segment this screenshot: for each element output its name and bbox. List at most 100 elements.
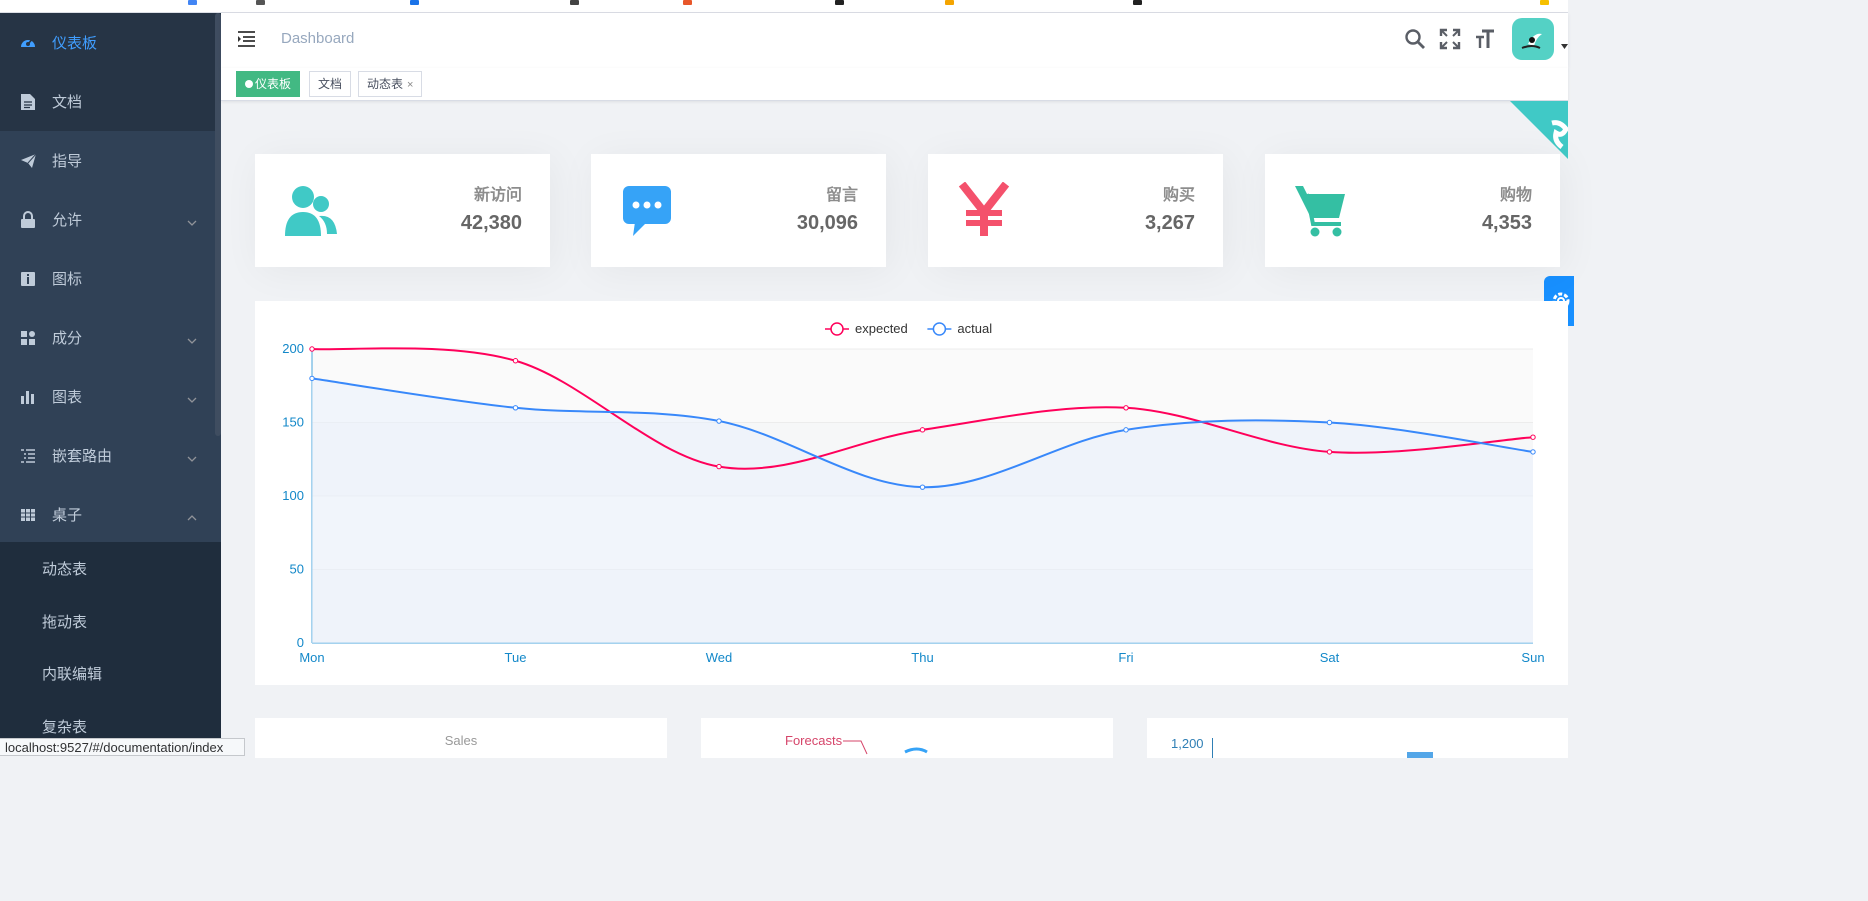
- sidebar-item-charts[interactable]: 图表: [0, 367, 221, 426]
- sidebar-item-label: 允许: [52, 212, 83, 229]
- sidebar-item-documentation[interactable]: 文档: [0, 72, 221, 131]
- tag-dynamic-table[interactable]: 动态表 ×: [358, 71, 423, 97]
- font-size-icon[interactable]: [1474, 28, 1496, 50]
- component-icon: [19, 329, 37, 347]
- info-icon: [19, 270, 37, 288]
- submenu-item-label: 内联编辑: [42, 665, 103, 683]
- stat-card-purchases[interactable]: 购买 3,267: [928, 154, 1223, 267]
- bookmark-icon[interactable]: [188, 0, 197, 5]
- sidebar-item-table[interactable]: 桌子: [0, 485, 221, 544]
- bookmark-icon[interactable]: [835, 0, 844, 5]
- bar: [1407, 752, 1433, 758]
- bookmark-icon[interactable]: [256, 0, 265, 5]
- money-icon: [956, 181, 1012, 238]
- tag-label: 仪表板: [255, 77, 292, 91]
- bookmark-icon[interactable]: [683, 0, 692, 5]
- y-tick-label: 0: [297, 635, 304, 650]
- chart-icon: [19, 388, 37, 406]
- table-submenu: 动态表 拖动表 内联编辑 复杂表: [0, 542, 221, 756]
- data-point: [1123, 427, 1129, 433]
- submenu-item-label: 复杂表: [42, 718, 88, 736]
- legend-label: expected: [855, 321, 908, 336]
- tags-view: 仪表板 文档 动态表 ×: [221, 68, 1568, 101]
- y-tick-label: 100: [282, 488, 304, 503]
- submenu-item-inline-edit[interactable]: 内联编辑: [0, 647, 221, 699]
- active-dot-icon: [245, 80, 253, 88]
- sidebar-item-permission[interactable]: 允许: [0, 190, 221, 249]
- stat-card-messages[interactable]: 留言 30,096: [591, 154, 886, 267]
- sidebar: 仪表板 文档 指导 允许 图标 成分 图表 嵌套路由 桌子 动态表 拖动表 内联…: [0, 13, 221, 756]
- fullscreen-icon[interactable]: [1439, 28, 1461, 50]
- data-point: [1123, 405, 1129, 411]
- dashboard-icon: [19, 34, 37, 52]
- bookmark-icon[interactable]: [570, 0, 579, 5]
- bar-chart-panel: 1,200: [1147, 718, 1568, 758]
- forecast-leader-line: [843, 740, 928, 755]
- card-title: 购物: [1499, 187, 1532, 204]
- bookmark-icon[interactable]: [410, 0, 419, 5]
- browser-status-url: localhost:9527/#/documentation/index: [0, 738, 245, 756]
- sidebar-item-dashboard[interactable]: 仪表板: [0, 13, 221, 72]
- search-icon[interactable]: [1404, 28, 1426, 50]
- tag-label: 动态表: [367, 77, 404, 91]
- message-icon: [619, 182, 675, 238]
- x-tick-label: Sun: [1521, 650, 1544, 665]
- breadcrumb[interactable]: Dashboard: [281, 30, 354, 47]
- bookmark-icon[interactable]: [1133, 0, 1142, 5]
- sidebar-item-label: 图标: [52, 271, 83, 288]
- sales-chart-panel: Sales: [255, 718, 667, 758]
- github-corner[interactable]: [1510, 101, 1568, 159]
- stat-card-visits[interactable]: 新访问 42,380: [255, 154, 550, 267]
- caret-down-icon[interactable]: [1561, 37, 1568, 55]
- x-tick-label: Tue: [505, 650, 527, 665]
- submenu-item-label: 拖动表: [42, 613, 88, 631]
- data-point: [512, 358, 519, 364]
- tag-dashboard[interactable]: 仪表板: [236, 71, 301, 97]
- sidebar-item-components[interactable]: 成分: [0, 308, 221, 367]
- submenu-item-drag-table[interactable]: 拖动表: [0, 595, 221, 647]
- x-tick-label: Mon: [299, 650, 324, 665]
- chevron-down-icon: [187, 449, 197, 466]
- legend-marker: [830, 322, 844, 336]
- card-value: 3,267: [1144, 212, 1195, 234]
- sidebar-item-nested[interactable]: 嵌套路由: [0, 426, 221, 485]
- sidebar-item-icons[interactable]: 图标: [0, 249, 221, 308]
- hamburger-icon[interactable]: [237, 29, 257, 49]
- card-value: 4,353: [1481, 212, 1532, 234]
- avatar[interactable]: [1512, 18, 1554, 60]
- browser-bookmarks-strip: [0, 0, 1568, 13]
- y-tick-label: 50: [290, 562, 304, 577]
- sidebar-item-label: 成分: [52, 330, 83, 347]
- card-title: 新访问: [473, 187, 522, 204]
- guide-icon: [19, 152, 37, 170]
- legend-label: actual: [957, 321, 992, 336]
- chevron-down-icon: [187, 213, 197, 230]
- x-tick-label: Thu: [911, 650, 933, 665]
- chevron-up-icon: [187, 508, 197, 525]
- chevron-down-icon: [187, 390, 197, 407]
- stat-card-shopping[interactable]: 购物 4,353: [1265, 154, 1560, 267]
- submenu-item-dynamic-table[interactable]: 动态表: [0, 542, 221, 594]
- bookmark-icon[interactable]: [945, 0, 954, 5]
- lock-icon: [19, 210, 37, 229]
- document-icon: [19, 93, 37, 111]
- data-point: [309, 375, 315, 382]
- bookmark-icon[interactable]: [1540, 0, 1549, 5]
- tag-documentation[interactable]: 文档: [309, 71, 352, 97]
- close-icon[interactable]: ×: [407, 79, 413, 91]
- data-point: [1326, 419, 1333, 426]
- table-icon: [19, 506, 37, 524]
- card-title: 购买: [1162, 187, 1195, 204]
- data-point: [1326, 449, 1333, 455]
- sidebar-item-label: 嵌套路由: [52, 448, 113, 465]
- data-point: [919, 484, 926, 490]
- people-icon: [283, 182, 339, 238]
- data-point: [1530, 434, 1536, 440]
- x-tick-label: Wed: [706, 650, 733, 665]
- line-chart: 0 50 100 150 200 Mon Tue Wed Thu Fri Sat Sun expecte…: [282, 321, 1544, 665]
- data-point: [716, 418, 722, 424]
- legend-marker: [932, 322, 947, 336]
- card-value: 30,096: [796, 212, 858, 234]
- sidebar-item-guide[interactable]: 指导: [0, 131, 221, 190]
- chart-label: Forecasts: [785, 733, 843, 748]
